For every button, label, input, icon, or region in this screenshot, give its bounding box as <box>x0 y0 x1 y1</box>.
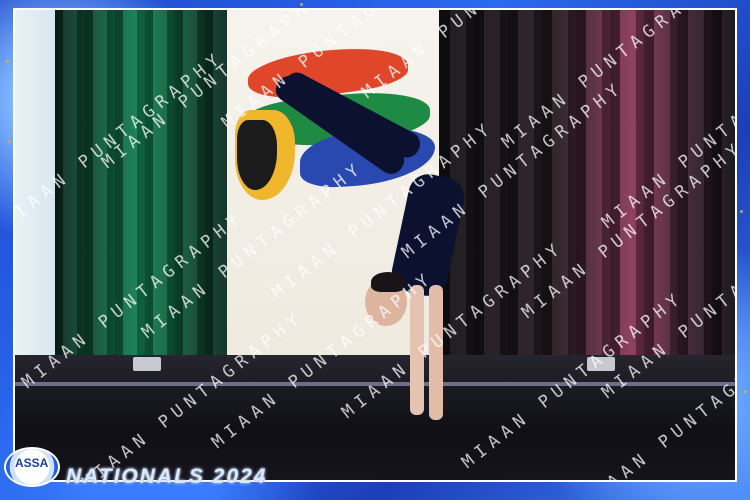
gold-fleck <box>8 140 11 143</box>
gymnast-arm <box>410 285 424 415</box>
logo-text: ASSA <box>15 456 49 470</box>
gold-fleck <box>744 390 747 393</box>
pink-lit-curtain <box>440 10 735 370</box>
white-backdrop <box>15 10 55 360</box>
stage-light <box>587 357 615 371</box>
gold-fleck <box>6 60 9 63</box>
stage-light <box>133 357 161 371</box>
gymnast-arm <box>429 285 443 420</box>
green-lit-curtain <box>55 10 245 370</box>
gold-fleck <box>300 3 303 6</box>
performance-photo: MIAAN PUNTAGRAPHY MIAAN PUNTAGRAPHY MIAA… <box>15 10 735 480</box>
event-title: NATIONALS 2024 <box>66 465 268 488</box>
gold-fleck <box>740 210 743 213</box>
gymnast-hair <box>371 272 405 292</box>
stage-floor <box>15 355 735 480</box>
stage-edge <box>15 382 735 386</box>
